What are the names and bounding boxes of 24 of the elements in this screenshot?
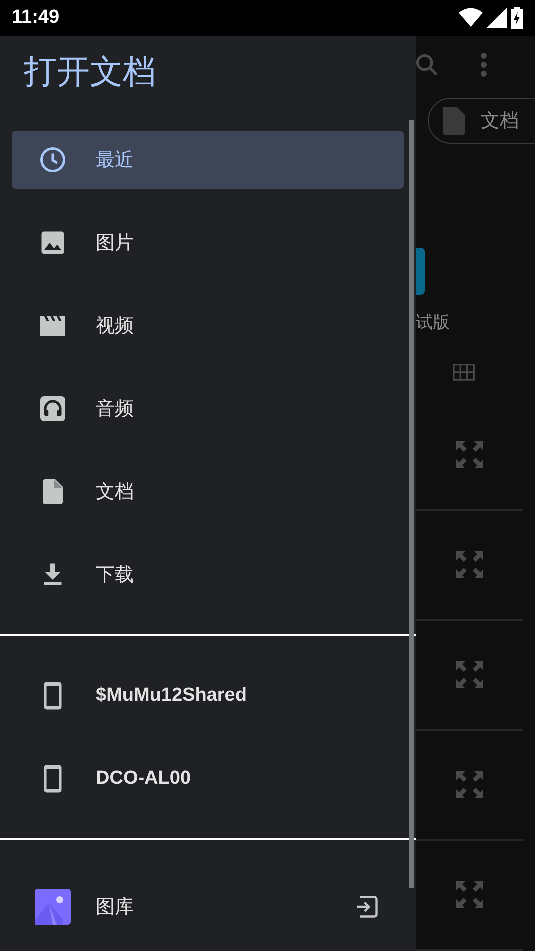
gallery-app-icon (35, 888, 71, 924)
battery-icon (511, 7, 523, 29)
action-button[interactable] (416, 248, 425, 295)
clock-icon (38, 144, 68, 174)
drawer-item[interactable]: 图片 (12, 214, 404, 272)
caption-text: 试版 (416, 312, 451, 334)
drawer-item[interactable]: 最近 (12, 130, 404, 188)
search-icon[interactable] (416, 52, 440, 78)
document-icon (443, 106, 465, 135)
drawer-item[interactable]: $MuMu12Shared (12, 666, 404, 724)
drawer-item[interactable]: 图库 (12, 878, 404, 936)
headphones-icon (38, 394, 68, 424)
wifi-icon (459, 8, 483, 28)
grid-view-icon[interactable] (451, 364, 477, 381)
drawer-item[interactable]: DCO-AL00 (12, 750, 404, 808)
more-icon[interactable] (480, 52, 488, 78)
drawer-title: 打开文档 (24, 50, 156, 92)
drawer-item[interactable]: 下载 (12, 546, 404, 604)
drawer-item[interactable]: 音频 (12, 380, 404, 438)
signal-icon (487, 8, 507, 28)
clock-time: 11:49 (12, 7, 60, 29)
filter-chip[interactable]: 文档 (428, 98, 535, 144)
drawer-item[interactable]: 视频 (12, 296, 404, 354)
drawer-item[interactable]: 文档 (12, 462, 404, 520)
